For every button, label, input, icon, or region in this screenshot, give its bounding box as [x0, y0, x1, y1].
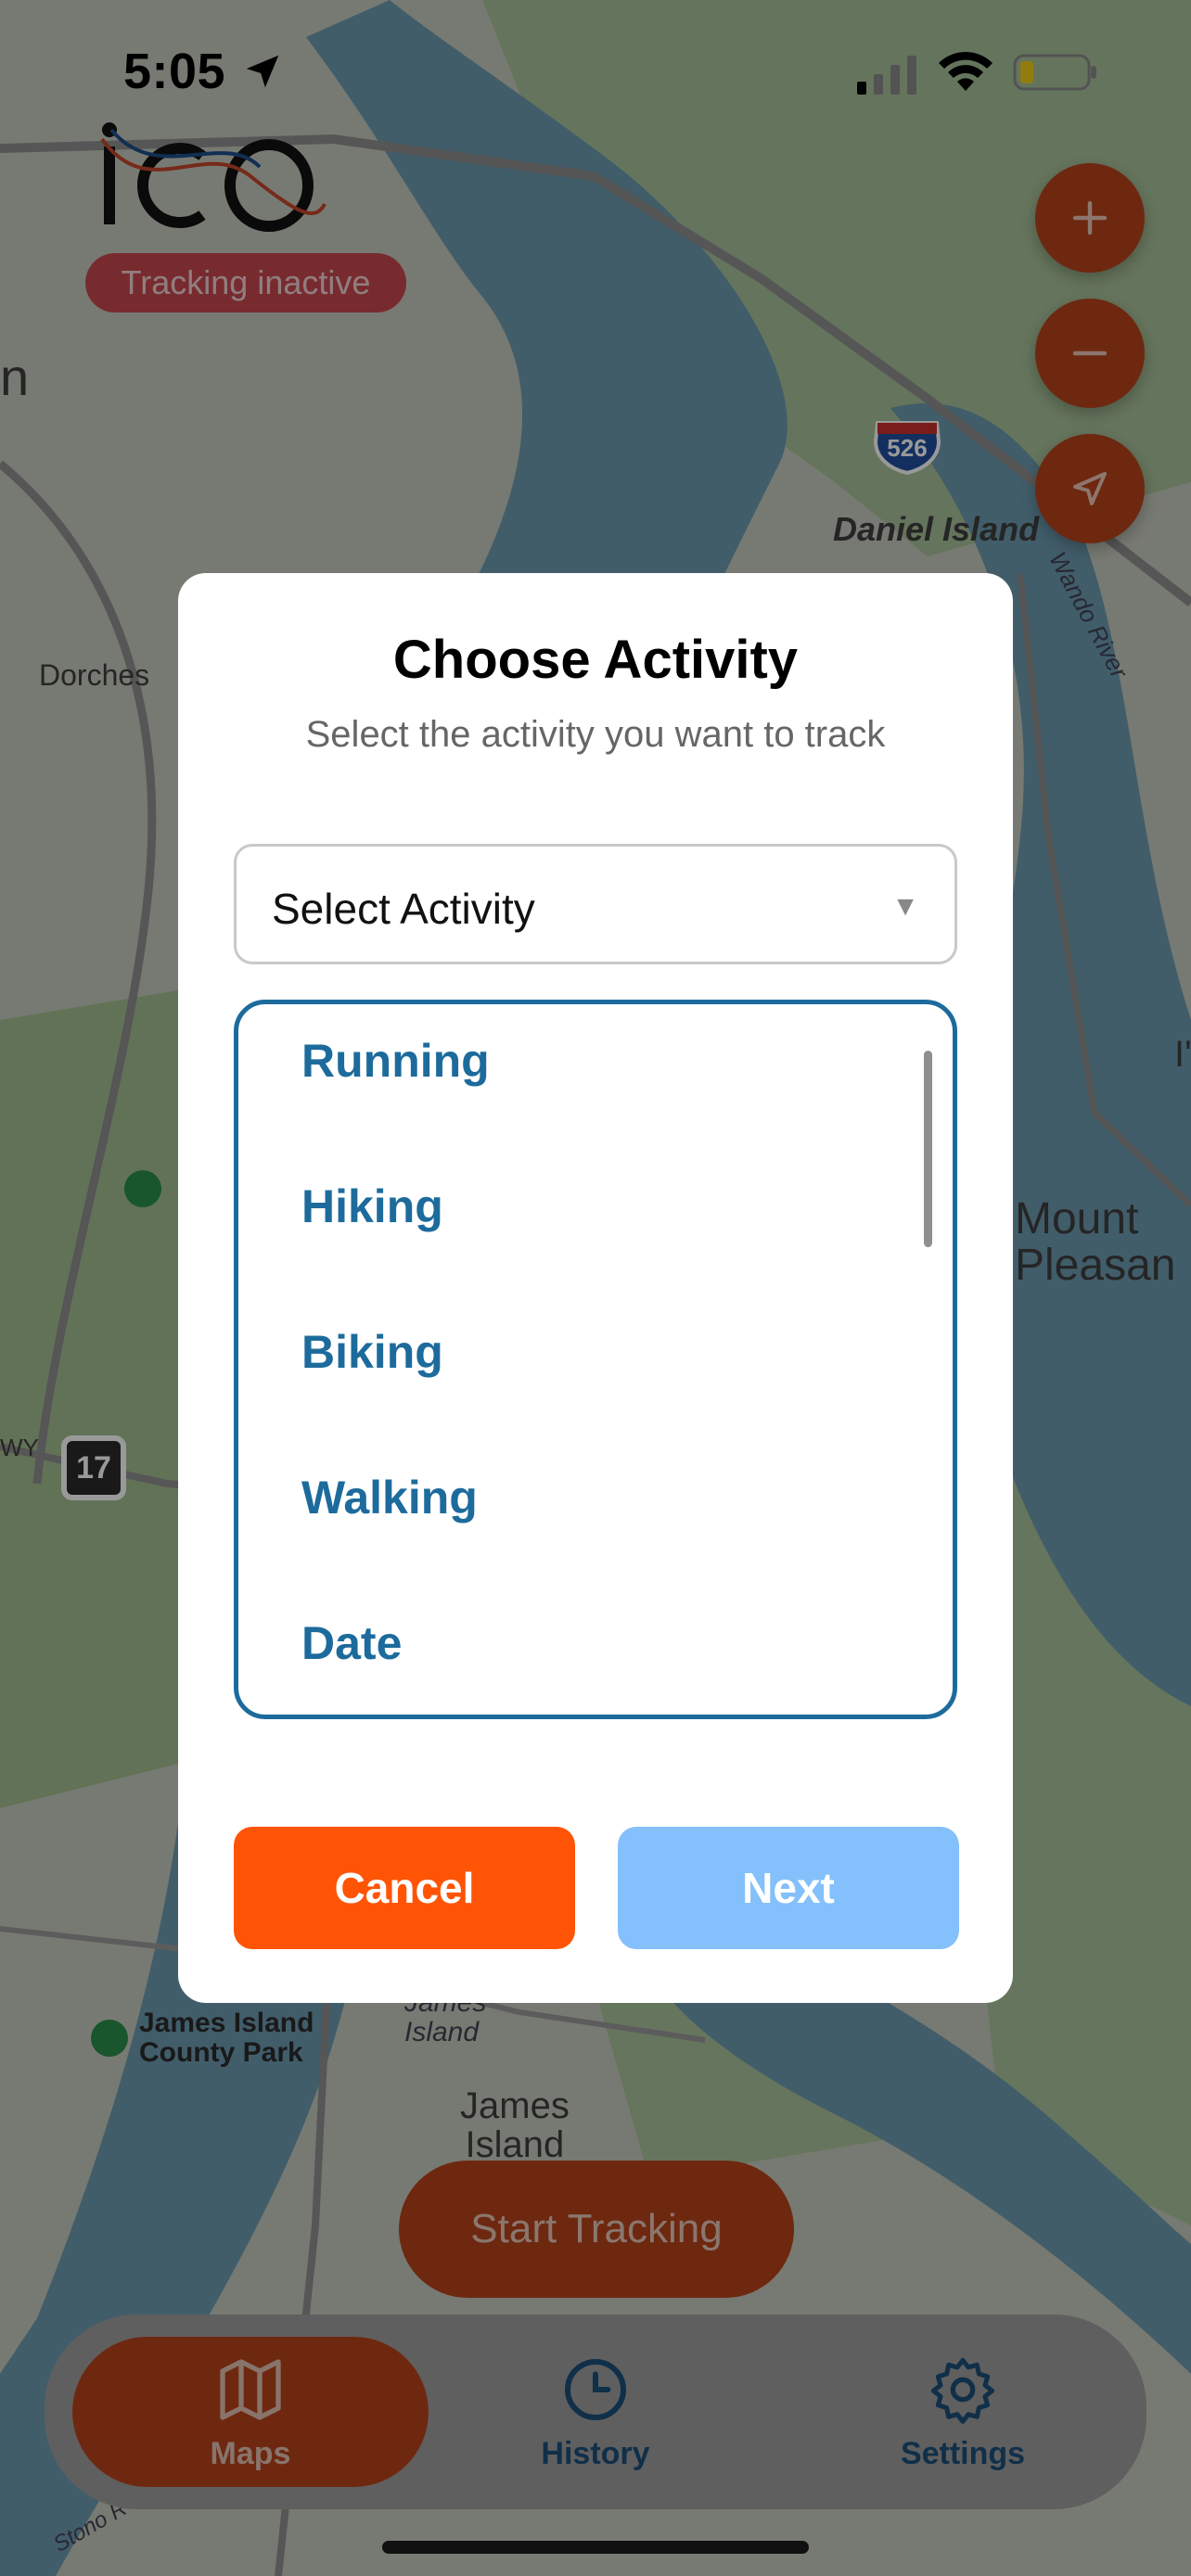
- activity-option-running[interactable]: Running: [301, 1034, 490, 1088]
- activity-option-hiking[interactable]: Hiking: [301, 1180, 443, 1233]
- activity-select-value: Select Activity: [272, 885, 535, 933]
- dialog-title: Choose Activity: [392, 630, 799, 690]
- activity-option-date[interactable]: Date: [301, 1616, 402, 1670]
- next-button[interactable]: Next: [618, 1827, 959, 1949]
- activity-option-biking[interactable]: Biking: [301, 1325, 443, 1379]
- home-indicator[interactable]: [382, 2541, 809, 2554]
- activity-option-walking[interactable]: Walking: [301, 1471, 478, 1524]
- activity-select[interactable]: Select Activity ▼: [234, 844, 957, 964]
- chevron-down-icon: ▼: [891, 891, 919, 922]
- choose-activity-dialog: Choose Activity Select the activity you …: [178, 573, 1013, 2003]
- cancel-button[interactable]: Cancel: [234, 1827, 575, 1949]
- activity-options-list[interactable]: Running Hiking Biking Walking Date: [234, 1000, 957, 1719]
- list-scrollbar[interactable]: [924, 1051, 932, 1247]
- dialog-subtitle: Select the activity you want to track: [305, 714, 886, 755]
